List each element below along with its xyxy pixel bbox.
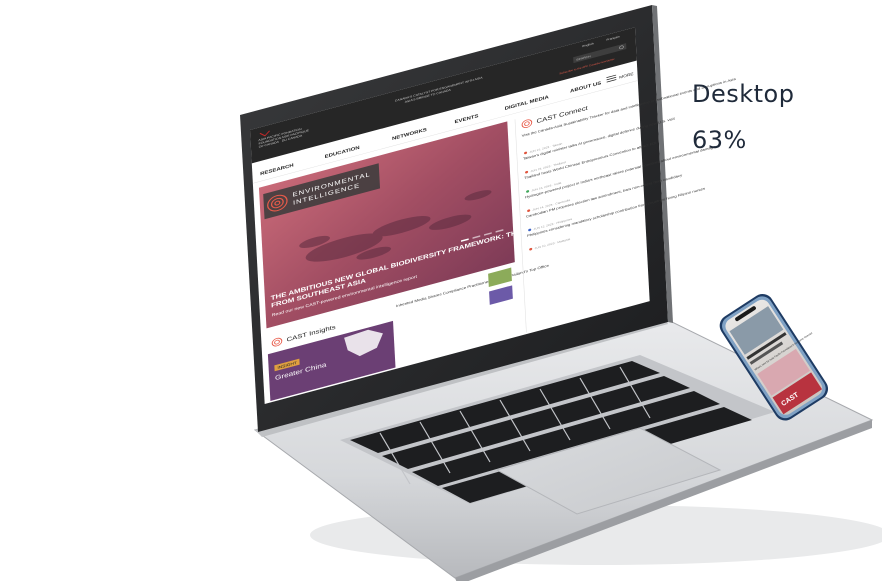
device-share: 63%	[692, 126, 747, 154]
device-label: Desktop	[692, 80, 795, 108]
